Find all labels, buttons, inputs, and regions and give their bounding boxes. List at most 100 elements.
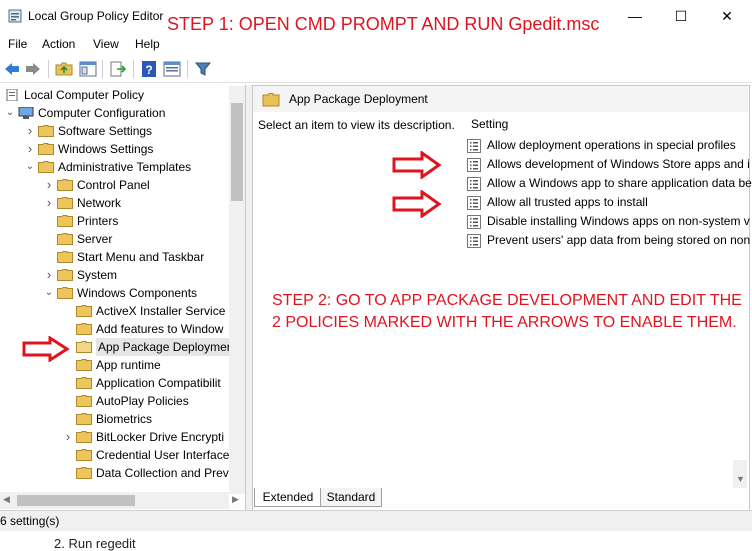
- minimize-button[interactable]: —: [612, 0, 658, 32]
- svg-text:?: ?: [145, 63, 152, 77]
- tree-pane: Local Computer Policy ⌄ Computer Configur…: [0, 85, 246, 511]
- policy-label: Prevent users' app data from being store…: [487, 233, 751, 247]
- chevron-right-icon[interactable]: ›: [24, 140, 36, 158]
- tree-item-label: Data Collection and Prev: [96, 466, 229, 480]
- folder-icon: [38, 161, 54, 173]
- policy-label: Disable installing Windows apps on non-s…: [487, 214, 750, 228]
- window-title: Local Group Policy Editor: [28, 9, 164, 23]
- toolbar-separator: [48, 60, 49, 78]
- help-icon[interactable]: ?: [140, 60, 158, 78]
- group-policy-app-icon: [8, 9, 22, 23]
- show-hide-tree-icon[interactable]: [79, 60, 97, 78]
- folder-icon: [76, 359, 92, 371]
- tree-item-label: Add features to Window: [96, 322, 224, 336]
- folder-icon: [57, 215, 73, 227]
- folder-icon: [76, 323, 92, 335]
- chevron-down-icon[interactable]: ⌄: [4, 104, 16, 122]
- forward-icon[interactable]: [24, 60, 42, 78]
- folder-icon: [76, 413, 92, 425]
- toolbar-separator: [133, 60, 134, 78]
- chevron-right-icon[interactable]: ›: [24, 122, 36, 140]
- chevron-right-icon[interactable]: ›: [43, 194, 55, 212]
- properties-icon[interactable]: [163, 60, 181, 78]
- policy-setting-icon: [467, 215, 481, 229]
- tree-item-label: Windows Settings: [58, 142, 154, 156]
- folder-icon: [76, 467, 92, 479]
- step2-annotation: STEP 2: GO TO APP PACKAGE DEVELOPMENT AN…: [272, 292, 742, 331]
- folder-icon: [57, 179, 73, 191]
- tree-item-label: Control Panel: [77, 178, 150, 192]
- folder-icon: [76, 431, 92, 443]
- tree-item-label: Printers: [77, 214, 119, 228]
- folder-icon: [57, 233, 73, 245]
- folder-icon: [57, 251, 73, 263]
- tree-item-label: AutoPlay Policies: [96, 394, 189, 408]
- maximize-button[interactable]: ☐: [658, 0, 704, 32]
- filter-icon[interactable]: [194, 60, 212, 78]
- tree-item-label: Start Menu and Taskbar: [77, 250, 205, 264]
- folder-icon: [38, 125, 54, 137]
- tab-standard[interactable]: Standard: [320, 488, 382, 507]
- background-document-text: 2. Run regedit: [54, 536, 136, 551]
- chevron-right-icon[interactable]: ›: [43, 176, 55, 194]
- details-title: App Package Deployment: [289, 92, 428, 106]
- red-arrow-icon: [392, 151, 442, 179]
- tree-item-label: BitLocker Drive Encrypti: [96, 430, 225, 444]
- scroll-left-icon[interactable]: ◀: [3, 494, 10, 505]
- tree-item-label: Administrative Templates: [58, 160, 192, 174]
- chevron-down-icon[interactable]: ⌄: [24, 158, 36, 176]
- folder-icon: [38, 143, 54, 155]
- close-button[interactable]: ✕: [704, 0, 750, 32]
- tree-item-label: Software Settings: [58, 124, 153, 138]
- back-icon[interactable]: [3, 60, 21, 78]
- description-text: Select an item to view its description.: [258, 118, 455, 132]
- toolbar-separator: [102, 60, 103, 78]
- tree-item-label: Network: [77, 196, 122, 210]
- step1-annotation: STEP 1: OPEN CMD PROMPT AND RUN Gpedit.m…: [167, 14, 600, 34]
- column-header-setting[interactable]: Setting: [471, 117, 508, 131]
- tab-extended[interactable]: Extended: [254, 488, 322, 507]
- folder-icon: [57, 287, 73, 299]
- chevron-right-icon[interactable]: ›: [43, 266, 55, 284]
- export-list-icon[interactable]: [109, 60, 127, 78]
- tree-item-label: System: [77, 268, 118, 282]
- menu-action[interactable]: Action: [42, 37, 75, 51]
- tree-horizontal-scroll-thumb[interactable]: [17, 495, 135, 506]
- policy-setting-icon: [467, 234, 481, 248]
- toolbar-separator: [187, 60, 188, 78]
- scroll-down-icon[interactable]: ▼: [736, 474, 745, 484]
- folder-icon: [262, 93, 280, 107]
- chevron-down-icon[interactable]: ⌄: [43, 284, 55, 302]
- policy-setting-icon: [467, 139, 481, 153]
- tree-item-label: ActiveX Installer Service: [96, 304, 226, 318]
- tree-item-label: Credential User Interface: [96, 448, 230, 462]
- policy-setting-icon: [467, 158, 481, 172]
- up-folder-icon[interactable]: [55, 60, 73, 78]
- chevron-right-icon[interactable]: ›: [62, 428, 74, 446]
- menu-help[interactable]: Help: [135, 37, 160, 51]
- tree-root-label: Local Computer Policy: [24, 88, 145, 102]
- scroll-right-icon[interactable]: ▶: [232, 494, 239, 505]
- policy-label: Allow a Windows app to share application…: [487, 176, 752, 190]
- tree-item-label: Biometrics: [96, 412, 153, 426]
- folder-icon: [57, 197, 73, 209]
- tree-vertical-scroll-thumb[interactable]: [231, 103, 243, 201]
- policy-doc-icon: [6, 89, 18, 101]
- menu-file[interactable]: File: [8, 37, 27, 51]
- menu-view[interactable]: View: [93, 37, 119, 51]
- tree-item-label: Windows Components: [77, 286, 198, 300]
- folder-icon: [76, 377, 92, 389]
- folder-icon: [76, 449, 92, 461]
- red-arrow-icon: [392, 190, 442, 218]
- policy-label: Allow deployment operations in special p…: [487, 138, 736, 152]
- policy-label: Allows development of Windows Store apps…: [487, 157, 750, 171]
- red-arrow-icon: [22, 336, 70, 362]
